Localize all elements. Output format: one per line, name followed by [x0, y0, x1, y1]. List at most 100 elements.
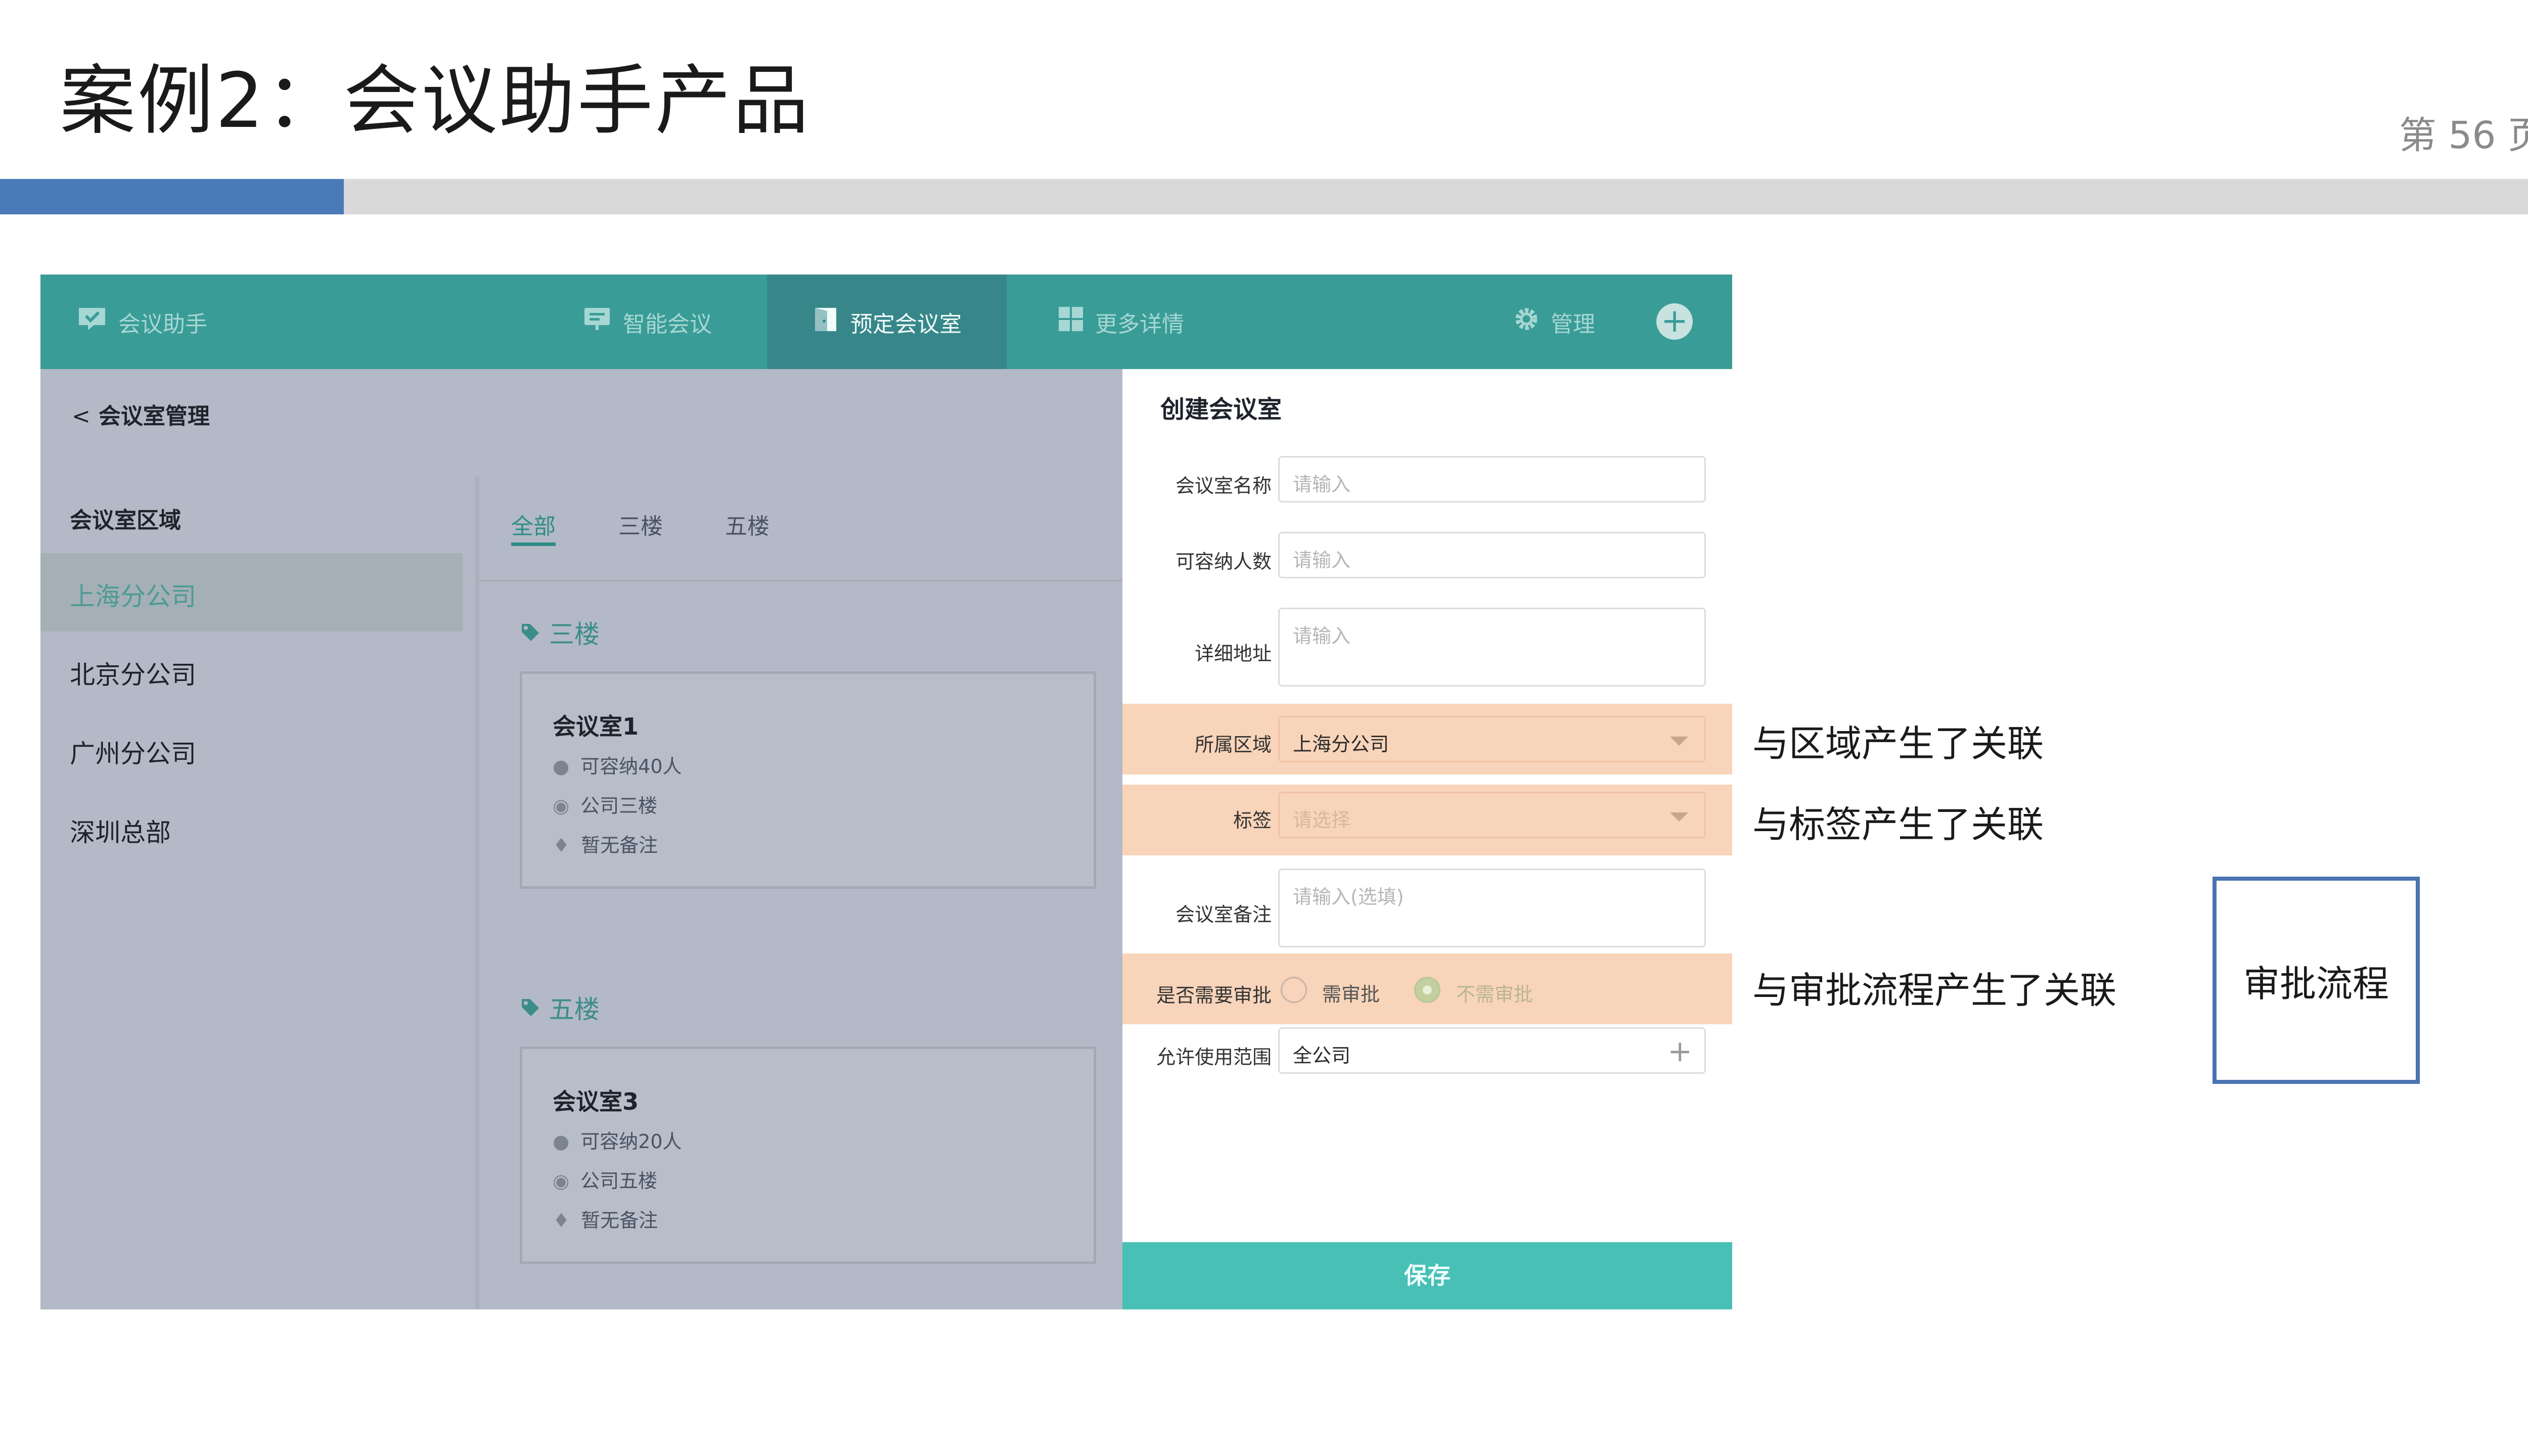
placeholder: 请输入 [1293, 549, 1351, 571]
approval-flow-box: 审批流程 [2213, 877, 2420, 1084]
radio-label: 不需审批 [1456, 983, 1533, 1006]
tag-field-row: 标签 请选择 [1122, 785, 1732, 855]
header-accent-bar [0, 179, 344, 214]
capacity-text: 可容纳20人 [580, 1130, 682, 1153]
nav-label: 管理 [1551, 311, 1595, 337]
nav-label: 预定会议室 [850, 311, 962, 337]
person-icon: ● [553, 1130, 570, 1153]
region-field-row: 所属区域 上海分公司 [1122, 704, 1732, 775]
nav-label: 更多详情 [1095, 311, 1184, 337]
breadcrumb-back[interactable]: < 会议室管理 [72, 398, 210, 430]
placeholder: 请输入 [1293, 625, 1351, 647]
chevron-down-icon [1670, 812, 1688, 822]
region-select[interactable]: 上海分公司 [1278, 716, 1706, 762]
brand-label: 会议助手 [118, 311, 207, 337]
approval-label: 是否需要审批 [1156, 984, 1272, 1007]
tab-divider [479, 580, 1132, 581]
nav-item-book-room[interactable]: 预定会议室 [767, 275, 1007, 369]
breadcrumb: < 会议室管理 [40, 369, 1122, 463]
region-item-shanghai[interactable]: 上海分公司 [40, 553, 463, 631]
region-item-shenzhen[interactable]: 深圳总部 [40, 789, 463, 868]
location-text: 公司五楼 [580, 1170, 658, 1192]
note-text: 暂无备注 [581, 834, 658, 856]
nav-label: 智能会议 [623, 311, 712, 337]
room-capacity: ● 可容纳20人 [553, 1126, 682, 1154]
nav-item-more[interactable]: 更多详情 [1058, 275, 1184, 369]
chat-check-icon [77, 306, 107, 338]
selected-value: 上海分公司 [1293, 733, 1389, 755]
meeting-icon [582, 306, 612, 338]
radio-label: 需审批 [1322, 983, 1380, 1006]
person-icon: ● [553, 755, 570, 778]
approval-flow-label: 审批流程 [2243, 962, 2389, 1005]
region-item-beijing[interactable]: 北京分公司 [40, 631, 463, 710]
room-name: 会议室3 [553, 1088, 639, 1115]
tag-select[interactable]: 请选择 [1278, 792, 1706, 838]
room-note: ♦ 暂无备注 [553, 830, 658, 857]
chevron-down-icon [1670, 737, 1688, 746]
grid-icon [1058, 306, 1084, 338]
room-list-panel: 全部 三楼 五楼 三楼 会议室1 ● 可容纳40人 ◉ 公司三楼 ♦ 暂无备注 五楼 … [475, 477, 1132, 1309]
name-label: 会议室名称 [1175, 475, 1272, 497]
placeholder: 请输入 [1293, 473, 1351, 495]
nav-item-manage[interactable]: 管理 [1513, 275, 1595, 369]
create-room-panel: 创建会议室 会议室名称 请输入 可容纳人数 请输入 详细地址 请输入 所属区域 … [1122, 369, 1732, 1309]
add-icon[interactable]: + [1656, 303, 1693, 340]
modal-title: 创建会议室 [1160, 395, 1282, 424]
save-button[interactable]: 保存 [1122, 1242, 1732, 1309]
address-label: 详细地址 [1194, 643, 1272, 665]
capacity-label: 可容纳人数 [1175, 551, 1272, 573]
region-label: 所属区域 [1194, 734, 1272, 756]
header-divider-bar [0, 179, 2528, 214]
chevron-left-icon: < [72, 403, 91, 429]
approval-field-row: 是否需要审批 需审批 不需审批 [1122, 953, 1732, 1024]
annotation-region: 与区域产生了关联 [1752, 722, 2044, 765]
door-icon [812, 305, 839, 339]
placeholder: 请选择 [1293, 809, 1351, 831]
nav-brand[interactable]: 会议助手 [77, 275, 207, 369]
region-header: 会议室区域 [70, 508, 181, 533]
tab-floor-5[interactable]: 五楼 [725, 508, 770, 540]
radio-need-approval[interactable] [1281, 977, 1307, 1003]
scope-label: 允许使用范围 [1156, 1046, 1272, 1068]
room-name: 会议室1 [553, 713, 639, 740]
floor-label: 五楼 [549, 995, 600, 1024]
region-label: 广州分公司 [70, 739, 196, 768]
plus-icon[interactable]: + [1667, 1034, 1692, 1068]
room-card[interactable]: 会议室1 ● 可容纳40人 ◉ 公司三楼 ♦ 暂无备注 [520, 671, 1096, 889]
location-text: 公司三楼 [580, 795, 658, 817]
floor-label: 三楼 [549, 620, 600, 649]
scope-value: 全公司 [1293, 1044, 1351, 1067]
capacity-input[interactable]: 请输入 [1278, 532, 1706, 578]
room-location: ◉ 公司五楼 [553, 1165, 657, 1193]
breadcrumb-title: 会议室管理 [98, 403, 210, 429]
slide-title: 案例2：会议助手产品 [60, 57, 811, 145]
tab-active-indicator [511, 542, 556, 546]
region-item-guangzhou[interactable]: 广州分公司 [40, 710, 463, 789]
page-number: 第 56 页 [2399, 114, 2528, 157]
scope-input[interactable]: 全公司 + [1278, 1027, 1706, 1074]
room-name-input[interactable]: 请输入 [1278, 456, 1706, 503]
tag-icon [520, 995, 549, 1024]
radio-no-approval[interactable] [1414, 977, 1440, 1003]
room-location: ◉ 公司三楼 [553, 790, 657, 818]
note-label: 会议室备注 [1175, 903, 1272, 926]
note-textarea[interactable]: 请输入(选填) [1278, 869, 1706, 947]
capacity-text: 可容纳40人 [580, 755, 682, 778]
gear-icon [1513, 306, 1540, 338]
address-textarea[interactable]: 请输入 [1278, 608, 1706, 687]
tab-all[interactable]: 全部 [511, 508, 556, 540]
floor-heading: 五楼 [520, 989, 600, 1026]
region-label: 深圳总部 [70, 818, 171, 847]
location-icon: ◉ [553, 1170, 570, 1192]
nav-item-smart-meeting[interactable]: 智能会议 [582, 275, 712, 369]
annotation-tag: 与标签产生了关联 [1752, 803, 2044, 846]
room-capacity: ● 可容纳40人 [553, 751, 682, 779]
tab-floor-3[interactable]: 三楼 [618, 508, 663, 540]
region-sidebar: 会议室区域 上海分公司 北京分公司 广州分公司 深圳总部 [40, 477, 463, 1309]
room-card[interactable]: 会议室3 ● 可容纳20人 ◉ 公司五楼 ♦ 暂无备注 [520, 1046, 1096, 1264]
region-label: 北京分公司 [70, 660, 196, 690]
floor-heading: 三楼 [520, 614, 600, 651]
tag-label: 标签 [1233, 809, 1272, 832]
placeholder: 请输入(选填) [1293, 886, 1404, 908]
